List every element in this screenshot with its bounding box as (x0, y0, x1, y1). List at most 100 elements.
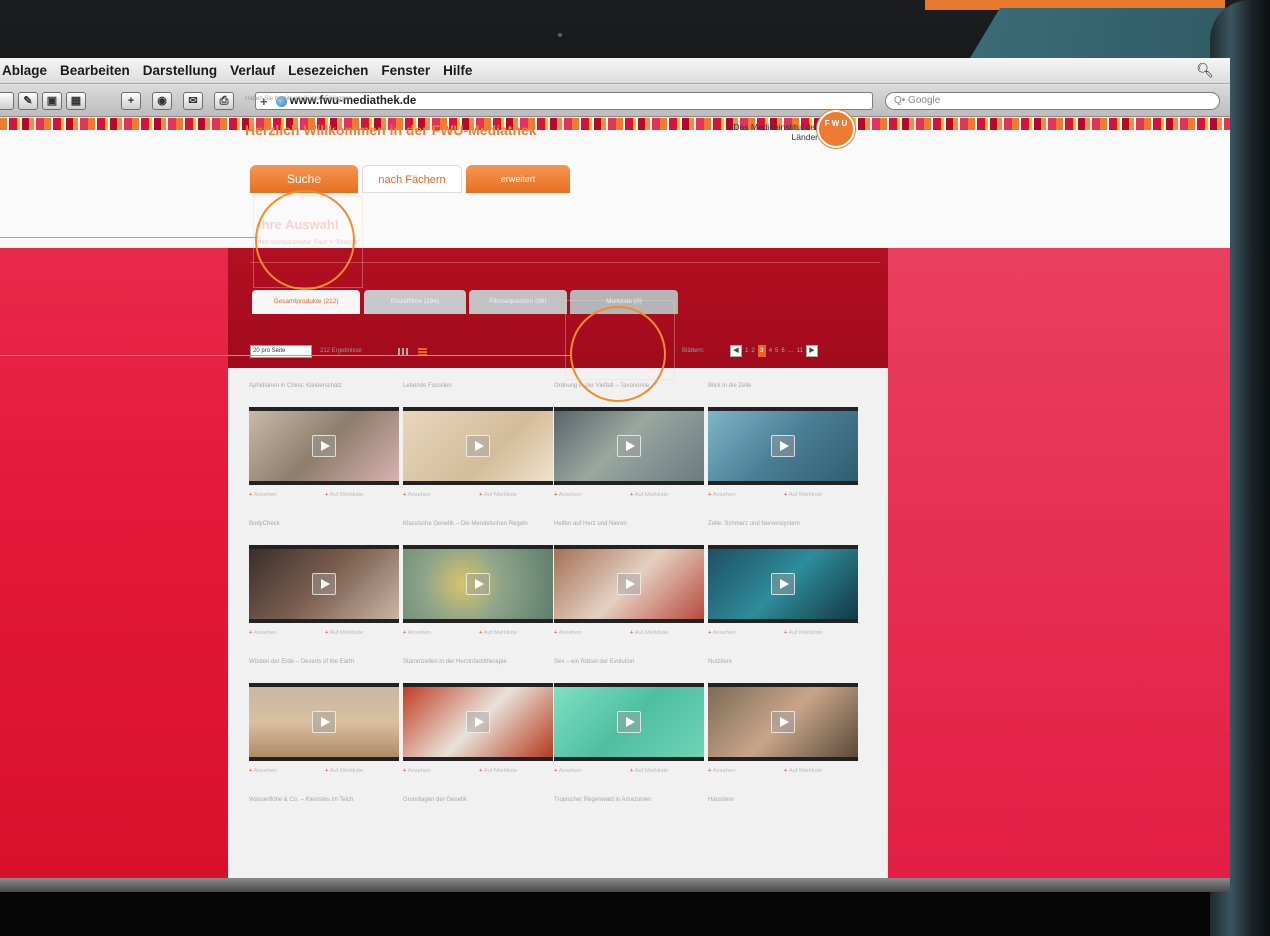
video-title[interactable]: Sex – ein Rätsel der Evolution (554, 659, 704, 667)
video-title[interactable]: Haustiere (708, 797, 858, 805)
pager-page[interactable]: 6 (781, 345, 784, 357)
play-icon[interactable] (312, 435, 336, 457)
video-thumbnail[interactable] (249, 683, 399, 761)
bookmark-link[interactable]: + Auf Merkliste (479, 492, 517, 498)
video-title[interactable]: Lebende Fossilien (403, 383, 553, 391)
video-title[interactable]: Stammzellen in der Herzinfarkttherapie (403, 659, 553, 667)
pager-page[interactable]: 2 (751, 345, 754, 357)
video-card[interactable]: Nutztiere + Ansehen + Auf Merkliste (708, 659, 858, 799)
play-icon[interactable] (617, 435, 641, 457)
bookmark-link[interactable]: + Auf Merkliste (784, 768, 822, 774)
bookmark-link[interactable]: + Auf Merkliste (784, 630, 822, 636)
watch-link[interactable]: + Ansehen (249, 768, 277, 774)
video-card[interactable]: Lebende Fossilien + Ansehen + Auf Merklist… (403, 383, 553, 523)
bookmark-link[interactable]: + Auf Merkliste (630, 630, 668, 636)
play-icon[interactable] (617, 711, 641, 733)
watch-link[interactable]: + Ansehen (708, 492, 736, 498)
video-card[interactable]: Helfen auf Herz und Nieren + Ansehen + Auf… (554, 521, 704, 661)
video-title[interactable]: Aphidianen in China: Kleiderschätz (249, 383, 399, 391)
watch-link[interactable]: + Ansehen (554, 492, 582, 498)
tab-suche[interactable]: Suche (250, 165, 358, 193)
play-icon[interactable] (312, 711, 336, 733)
video-card[interactable]: Aphidianen in China: Kleiderschätz + Anse… (249, 383, 399, 523)
menu-fenster[interactable]: Fenster (381, 63, 430, 78)
video-thumbnail[interactable] (708, 545, 858, 623)
video-title[interactable]: Klassische Genetik – Die Mendelschen Reg… (403, 521, 553, 529)
bookmark-link[interactable]: + Auf Merkliste (325, 768, 363, 774)
menu-darstellung[interactable]: Darstellung (143, 63, 217, 78)
video-title[interactable]: Nutztiere (708, 659, 858, 667)
video-thumbnail[interactable] (554, 545, 704, 623)
play-icon[interactable] (771, 711, 795, 733)
video-title[interactable]: Grundlagen der Genetik (403, 797, 553, 805)
subtab-gesamtprodukte[interactable]: Gesamtprodukte (212) (252, 290, 360, 314)
video-thumbnail[interactable] (249, 545, 399, 623)
edit-icon[interactable]: ✎ (18, 92, 38, 110)
video-card[interactable]: Wasserflöhe & Co. – Kleinstes im Teich (249, 797, 399, 936)
tab-erweitert[interactable]: erweitert (466, 165, 570, 193)
fwu-logo[interactable]: F W U (817, 110, 855, 148)
magnifier-icon[interactable]: 🔍︎ (1196, 62, 1214, 79)
pager-page-active[interactable]: 3 (757, 345, 766, 357)
video-card[interactable]: Klassische Genetik – Die Mendelschen Reg… (403, 521, 553, 661)
grid-icon[interactable]: ▦ (66, 92, 86, 110)
play-icon[interactable] (771, 435, 795, 457)
video-card[interactable]: Zelle: Schmerz und Nervensystem + Ansehen… (708, 521, 858, 661)
pager-next-button[interactable]: ▶ (805, 345, 818, 357)
pager-page[interactable]: 11 (797, 345, 803, 357)
watch-link[interactable]: + Ansehen (403, 492, 431, 498)
pager-prev-button[interactable]: ◀ (730, 345, 742, 357)
tab-nach-faechern[interactable]: nach Fächern (362, 165, 462, 193)
video-title[interactable]: Helfen auf Herz und Nieren (554, 521, 704, 529)
menu-verlauf[interactable]: Verlauf (230, 63, 275, 78)
book-icon[interactable]: ▣ (42, 92, 62, 110)
play-icon[interactable] (466, 435, 490, 457)
video-thumbnail[interactable] (708, 683, 858, 761)
bookmark-link[interactable]: + Auf Merkliste (325, 630, 363, 636)
play-icon[interactable] (771, 573, 795, 595)
video-card[interactable]: Grundlagen der Genetik (403, 797, 553, 936)
watch-link[interactable]: + Ansehen (554, 630, 582, 636)
watch-link[interactable]: + Ansehen (708, 630, 736, 636)
menu-hilfe[interactable]: Hilfe (443, 63, 472, 78)
perpage-select[interactable]: 20 pro Seite (250, 345, 312, 358)
reload-icon[interactable]: ◉ (152, 92, 172, 110)
bookmark-link[interactable]: + Auf Merkliste (630, 492, 668, 498)
grid-view-icon[interactable] (398, 348, 408, 355)
video-thumbnail[interactable] (554, 683, 704, 761)
video-title[interactable]: BodyCheck (249, 521, 399, 529)
watch-link[interactable]: + Ansehen (249, 630, 277, 636)
search-input[interactable]: Q• Google (885, 92, 1220, 110)
bookmark-link[interactable]: + Auf Merkliste (784, 492, 822, 498)
video-title[interactable]: Wüsten der Erde – Deserts of the Earth (249, 659, 399, 667)
video-thumbnail[interactable] (403, 545, 553, 623)
video-title[interactable]: Zelle: Schmerz und Nervensystem (708, 521, 858, 529)
video-title[interactable]: Tropischer Regenwald in Amazonien (554, 797, 704, 805)
watch-link[interactable]: + Ansehen (708, 768, 736, 774)
video-card[interactable]: Blick in die Zelle + Ansehen + Auf Merklis… (708, 383, 858, 523)
play-icon[interactable] (466, 711, 490, 733)
menu-bearbeiten[interactable]: Bearbeiten (60, 63, 130, 78)
video-card[interactable]: Stammzellen in der Herzinfarkttherapie + … (403, 659, 553, 799)
add-icon[interactable]: + (121, 92, 141, 110)
bookmark-link[interactable]: + Auf Merkliste (630, 768, 668, 774)
watch-link[interactable]: + Ansehen (403, 630, 431, 636)
menu-ablage[interactable]: Ablage (2, 63, 47, 78)
video-thumbnail[interactable] (249, 407, 399, 485)
video-thumbnail[interactable] (403, 407, 553, 485)
bookmark-link[interactable]: + Auf Merkliste (325, 492, 363, 498)
video-card[interactable]: BodyCheck + Ansehen + Auf Merkliste (249, 521, 399, 661)
video-card[interactable]: Haustiere (708, 797, 858, 936)
video-title[interactable]: Wasserflöhe & Co. – Kleinstes im Teich (249, 797, 399, 805)
watch-link[interactable]: + Ansehen (249, 492, 277, 498)
video-thumbnail[interactable] (554, 407, 704, 485)
mail-icon[interactable]: ✉ (183, 92, 203, 110)
video-card[interactable]: Ordnung in der Vielfalt – Taxonomie + Ans… (554, 383, 704, 523)
video-thumbnail[interactable] (708, 407, 858, 485)
bookmark-link[interactable]: + Auf Merkliste (479, 630, 517, 636)
subtab-einzelfilme[interactable]: Einzelfilme (184) (364, 290, 466, 314)
subtab-filmsequenzen[interactable]: Filmsequenzen (89) (469, 290, 567, 314)
login-hint[interactable]: Haben Sie bereits ein Konto? Einloggen (245, 96, 351, 102)
play-icon[interactable] (312, 573, 336, 595)
pager-page[interactable]: 4 (769, 345, 772, 357)
